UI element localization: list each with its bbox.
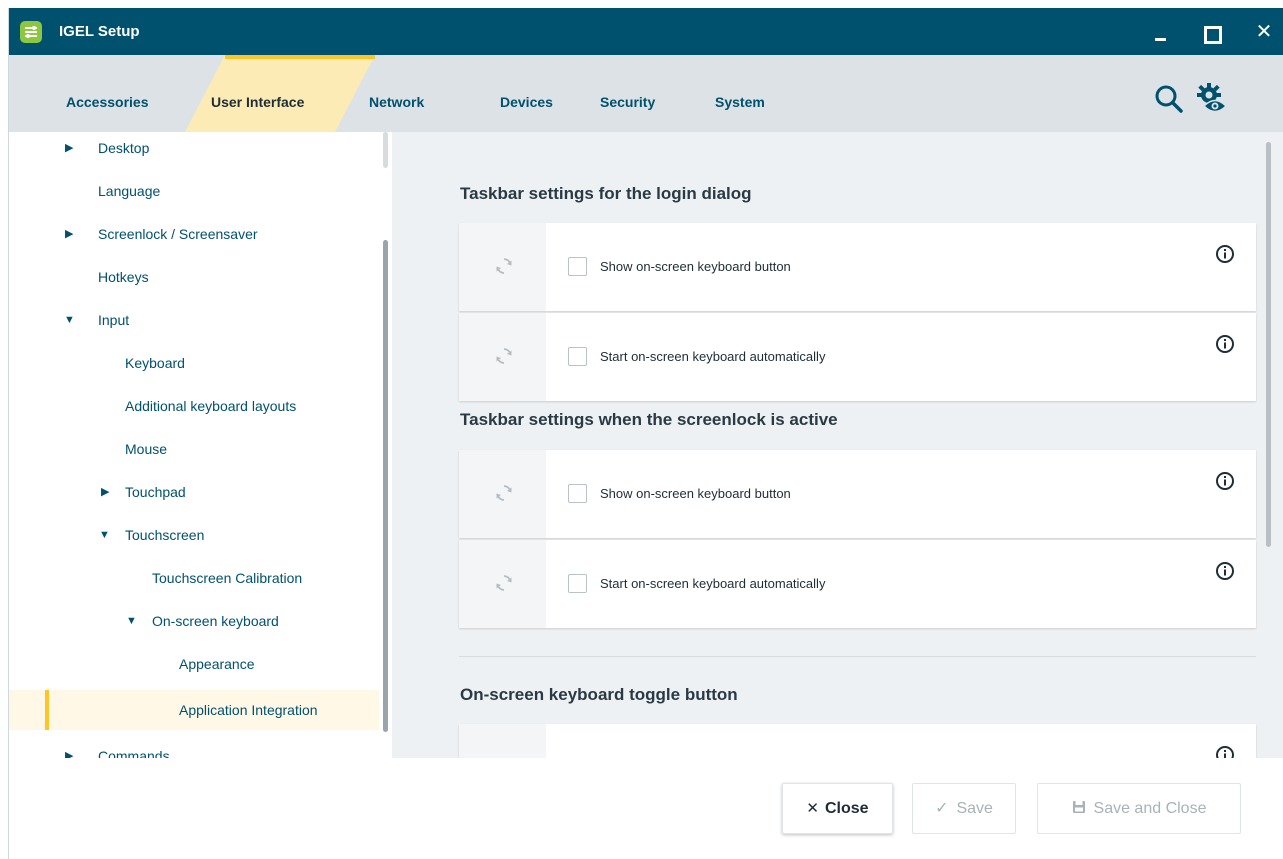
reset-icon[interactable] bbox=[494, 483, 514, 503]
section-title-toggle-button: On-screen keyboard toggle button bbox=[460, 685, 738, 704]
tab-network[interactable]: Network bbox=[369, 94, 424, 110]
app-icon bbox=[20, 21, 42, 43]
sidebar-scrollbar-track bbox=[383, 132, 388, 168]
tree-item-mouse[interactable]: Mouse bbox=[9, 429, 379, 469]
close-button[interactable]: ✕ Close bbox=[782, 783, 893, 834]
save-icon bbox=[1072, 801, 1085, 813]
show-osk-button-login-checkbox[interactable] bbox=[568, 257, 587, 276]
tree-item-commands[interactable]: ▶ Commands bbox=[9, 736, 379, 758]
info-icon[interactable] bbox=[1215, 471, 1235, 491]
expand-arrow-icon[interactable]: ▶ bbox=[65, 736, 77, 758]
section-title-login-dialog: Taskbar settings for the login dialog bbox=[460, 184, 752, 203]
tree-item-language[interactable]: Language bbox=[9, 171, 379, 211]
content-scrollbar[interactable] bbox=[1266, 142, 1271, 547]
setting-row: Show on-screen keyboard button bbox=[459, 223, 1256, 311]
igel-setup-window: IGEL Setup ✕ Accessories User Interface … bbox=[8, 8, 1283, 859]
info-icon[interactable] bbox=[1215, 334, 1235, 354]
setting-row: Show on-screen keyboard button bbox=[459, 450, 1256, 538]
info-icon[interactable] bbox=[1215, 745, 1235, 758]
expand-arrow-icon[interactable]: ▶ bbox=[101, 472, 113, 512]
close-window-button[interactable]: ✕ bbox=[1252, 20, 1276, 44]
tree-item-additional-keyboard-layouts[interactable]: Additional keyboard layouts bbox=[9, 386, 379, 426]
reset-icon[interactable] bbox=[494, 256, 514, 276]
reset-icon[interactable] bbox=[494, 573, 514, 593]
tab-devices[interactable]: Devices bbox=[500, 94, 553, 110]
collapse-arrow-icon[interactable]: ▼ bbox=[64, 300, 76, 340]
tree-item-application-integration[interactable]: Application Integration bbox=[9, 690, 379, 730]
setting-row: Start on-screen keyboard automatically bbox=[459, 313, 1256, 401]
minimize-button[interactable] bbox=[1149, 20, 1173, 44]
show-osk-button-screenlock-checkbox[interactable] bbox=[568, 484, 587, 503]
title-bar: IGEL Setup ✕ bbox=[9, 8, 1283, 55]
tree-item-desktop[interactable]: ▶ Desktop bbox=[9, 132, 379, 168]
save-and-close-button[interactable]: Save and Close bbox=[1037, 783, 1241, 834]
save-button[interactable]: ✓ Save bbox=[912, 783, 1016, 834]
tree-item-keyboard[interactable]: Keyboard bbox=[9, 343, 379, 383]
tab-security[interactable]: Security bbox=[600, 94, 655, 110]
tree-item-touchscreen-calibration[interactable]: Touchscreen Calibration bbox=[9, 558, 379, 598]
tree-item-hotkeys[interactable]: Hotkeys bbox=[9, 257, 379, 297]
search-icon[interactable] bbox=[1152, 82, 1186, 116]
tab-user-interface[interactable]: User Interface bbox=[211, 94, 304, 110]
reset-icon[interactable] bbox=[494, 346, 514, 366]
tree-item-input[interactable]: ▼ Input bbox=[9, 300, 379, 340]
window-title: IGEL Setup bbox=[59, 23, 140, 40]
collapse-arrow-icon[interactable]: ▼ bbox=[126, 601, 138, 641]
start-osk-automatically-screenlock-checkbox[interactable] bbox=[568, 574, 587, 593]
close-icon: ✕ bbox=[806, 800, 819, 817]
gear-eye-icon[interactable] bbox=[1195, 82, 1229, 116]
setting-label: Start on-screen keyboard automatically bbox=[600, 349, 826, 364]
tree-item-screenlock[interactable]: ▶ Screenlock / Screensaver bbox=[9, 214, 379, 254]
category-tab-bar: Accessories User Interface Network Devic… bbox=[9, 55, 1283, 132]
check-icon: ✓ bbox=[935, 800, 949, 817]
collapse-arrow-icon[interactable]: ▼ bbox=[99, 515, 111, 555]
dialog-footer: ✕ Close ✓ Save Save and Close bbox=[9, 758, 1283, 859]
info-icon[interactable] bbox=[1215, 244, 1235, 264]
setting-label: Show on-screen keyboard button bbox=[600, 486, 791, 501]
tree-item-on-screen-keyboard[interactable]: ▼ On-screen keyboard bbox=[9, 601, 379, 641]
tree-item-appearance[interactable]: Appearance bbox=[9, 644, 379, 684]
expand-arrow-icon[interactable]: ▶ bbox=[65, 214, 77, 254]
setting-row bbox=[459, 724, 1256, 758]
settings-tree: ▶ Desktop Language ▶ Screenlock / Screen… bbox=[9, 132, 392, 758]
active-tab-indicator bbox=[225, 55, 375, 59]
tab-accessories[interactable]: Accessories bbox=[66, 94, 149, 110]
setting-label: Show on-screen keyboard button bbox=[600, 259, 791, 274]
tree-item-touchscreen[interactable]: ▼ Touchscreen bbox=[9, 515, 379, 555]
info-icon[interactable] bbox=[1215, 561, 1235, 581]
settings-panel: Taskbar settings for the login dialog Sh… bbox=[392, 132, 1283, 758]
section-divider bbox=[459, 656, 1256, 657]
tab-system[interactable]: System bbox=[715, 94, 765, 110]
expand-arrow-icon[interactable]: ▶ bbox=[65, 132, 77, 168]
maximize-button[interactable] bbox=[1198, 20, 1222, 44]
tree-item-touchpad[interactable]: ▶ Touchpad bbox=[9, 472, 379, 512]
setting-row: Start on-screen keyboard automatically bbox=[459, 540, 1256, 628]
start-osk-automatically-login-checkbox[interactable] bbox=[568, 347, 587, 366]
setting-label: Start on-screen keyboard automatically bbox=[600, 576, 826, 591]
section-title-screenlock: Taskbar settings when the screenlock is … bbox=[460, 410, 838, 429]
sidebar-scrollbar[interactable] bbox=[383, 240, 388, 732]
